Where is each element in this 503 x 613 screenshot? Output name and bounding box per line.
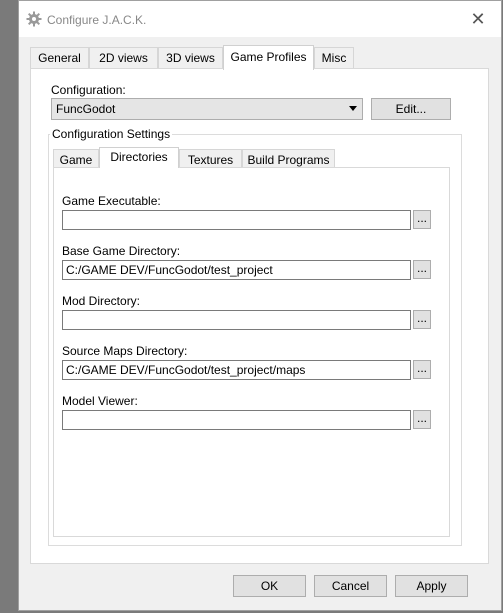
model-viewer-input[interactable] (63, 411, 410, 429)
close-button[interactable]: ✕ (455, 1, 501, 37)
configuration-dropdown[interactable]: FuncGodot (51, 98, 363, 120)
tab-3d-views[interactable]: 3D views (158, 47, 223, 69)
base-game-directory-label: Base Game Directory: (62, 244, 181, 258)
mod-directory-label: Mod Directory: (62, 294, 141, 308)
base-game-directory-field[interactable] (62, 260, 411, 280)
model-viewer-label: Model Viewer: (62, 394, 138, 408)
game-executable-input[interactable] (63, 211, 410, 229)
tab-general[interactable]: General (30, 47, 89, 69)
source-maps-directory-browse-button[interactable]: ... (413, 360, 431, 379)
tab-directories[interactable]: Directories (99, 147, 179, 168)
game-executable-browse-button[interactable]: ... (413, 210, 431, 229)
mod-directory-field[interactable] (62, 310, 411, 330)
model-viewer-field[interactable] (62, 410, 411, 430)
ok-button[interactable]: OK (233, 575, 306, 597)
base-game-directory-browse-button[interactable]: ... (413, 260, 431, 279)
game-executable-field[interactable] (62, 210, 411, 230)
model-viewer-browse-button[interactable]: ... (413, 410, 431, 429)
configuration-settings-title: Configuration Settings (50, 127, 173, 141)
cancel-button[interactable]: Cancel (314, 575, 387, 597)
configuration-value: FuncGodot (56, 102, 116, 116)
tab-misc[interactable]: Misc (314, 47, 354, 69)
tab-2d-views[interactable]: 2D views (89, 47, 158, 69)
source-maps-directory-field[interactable] (62, 360, 411, 380)
game-executable-label: Game Executable: (62, 194, 161, 208)
window-title: Configure J.A.C.K. (47, 13, 147, 27)
mod-directory-input[interactable] (63, 311, 410, 329)
configuration-label: Configuration: (51, 83, 126, 97)
base-game-directory-input[interactable] (63, 261, 410, 279)
source-maps-directory-input[interactable] (63, 361, 410, 379)
chevron-down-icon (349, 106, 357, 111)
close-icon: ✕ (470, 9, 486, 29)
mod-directory-browse-button[interactable]: ... (413, 310, 431, 329)
source-maps-directory-label: Source Maps Directory: (62, 344, 188, 358)
apply-button[interactable]: Apply (395, 575, 468, 597)
tab-game-profiles[interactable]: Game Profiles (223, 45, 314, 70)
configure-dialog: Configure J.A.C.K. ✕ General 2D views 3D… (18, 0, 502, 611)
edit-button[interactable]: Edit... (371, 98, 451, 120)
title-bar: Configure J.A.C.K. ✕ (19, 1, 501, 37)
gear-icon (26, 11, 42, 27)
